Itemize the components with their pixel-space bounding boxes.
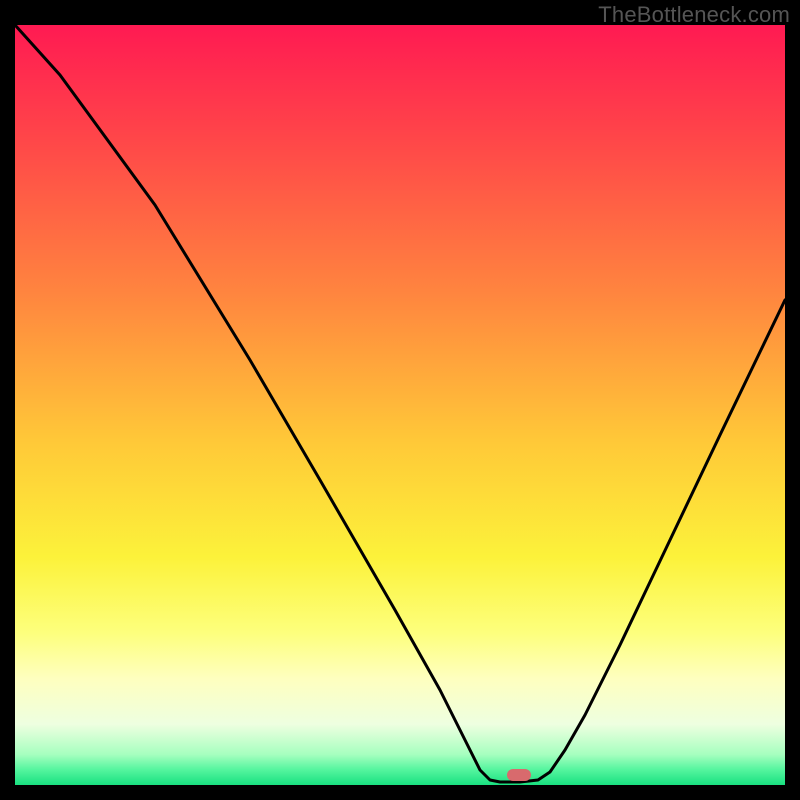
chart-frame — [15, 25, 785, 785]
stage: TheBottleneck.com — [0, 0, 800, 800]
watermark-text: TheBottleneck.com — [598, 2, 790, 28]
valley-marker — [507, 769, 531, 781]
gradient-rect — [15, 25, 785, 785]
chart-svg — [15, 25, 785, 785]
